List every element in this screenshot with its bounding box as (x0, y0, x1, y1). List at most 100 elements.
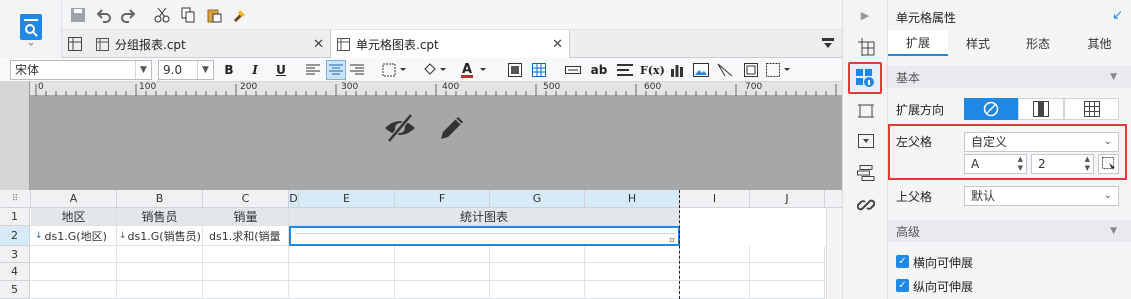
cut-icon[interactable] (152, 5, 172, 25)
row-header-4[interactable]: 4 (0, 263, 30, 281)
float-element-icon[interactable] (855, 100, 877, 122)
cell-f3[interactable] (395, 246, 490, 263)
col-header-c[interactable]: C (203, 190, 289, 208)
resize-handle[interactable] (670, 238, 674, 242)
sub-report-icon[interactable] (742, 60, 760, 80)
cell-h4[interactable] (585, 263, 680, 281)
border-icon[interactable] (380, 60, 410, 80)
cell-a2[interactable]: ↓ ds1.G(地区) (31, 226, 117, 246)
section-basic[interactable]: 基本 ▼ (888, 66, 1131, 88)
align-right-icon[interactable] (348, 60, 366, 80)
section-advanced[interactable]: 高级 ▼ (888, 220, 1131, 242)
cell-picker-button[interactable] (1098, 154, 1119, 174)
row-header-3[interactable]: 3 (0, 246, 30, 263)
expand-vertical-button[interactable] (1018, 98, 1064, 120)
insert-table-icon[interactable] (530, 60, 548, 80)
widget-icon[interactable] (764, 60, 794, 80)
vertical-extend-checkbox[interactable]: ✓ (896, 279, 909, 292)
cell-g3[interactable] (490, 246, 585, 263)
redo-icon[interactable] (118, 5, 138, 25)
cell-f4[interactable] (395, 263, 490, 281)
rich-text-icon[interactable] (616, 60, 634, 80)
expand-none-button[interactable] (964, 98, 1018, 120)
tab-group-report[interactable]: 分组报表.cpt ✕ (90, 30, 330, 58)
col-header-i[interactable]: I (680, 190, 750, 208)
tab-expand[interactable]: 扩展 (888, 30, 948, 56)
row-header-2[interactable]: 2 (0, 226, 30, 246)
cell-b4[interactable] (117, 263, 203, 281)
col-header-g[interactable]: G (490, 190, 585, 208)
cell-a5[interactable] (31, 281, 117, 299)
cell-c1[interactable]: 销量 (203, 208, 289, 226)
cell-c5[interactable] (203, 281, 289, 299)
hide-eye-icon[interactable] (382, 110, 418, 146)
cell-e3[interactable] (289, 246, 395, 263)
cell-e5[interactable] (289, 281, 395, 299)
cell-a1[interactable]: 地区 (31, 208, 117, 226)
cell-c4[interactable] (203, 263, 289, 281)
condition-attribute-icon[interactable] (855, 162, 877, 184)
left-parent-row-input[interactable]: 2 ▲ ▼ (1031, 154, 1094, 174)
cell-f5[interactable] (395, 281, 490, 299)
tab-form[interactable]: 形态 (1008, 30, 1068, 56)
font-color-icon[interactable]: A (458, 60, 492, 80)
cell-b2[interactable]: ↓ ds1.G(销售员) (117, 226, 203, 246)
cell-h5[interactable] (585, 281, 680, 299)
copy-icon[interactable] (178, 5, 198, 25)
cell-chart-title[interactable]: 统计图表 (289, 208, 680, 226)
cell-c3[interactable] (203, 246, 289, 263)
col-header-a[interactable]: A (31, 190, 117, 208)
fill-color-icon[interactable] (420, 60, 450, 80)
spreadsheet-grid[interactable]: ⠿ A B C D E F G H I J 1 2 3 4 5 地区 销售员 销… (0, 190, 842, 299)
tab-other[interactable]: 其他 (1068, 30, 1131, 56)
tab-style[interactable]: 样式 (948, 30, 1008, 56)
cell-j3[interactable] (750, 246, 825, 263)
cell-g5[interactable] (490, 281, 585, 299)
cell-a4[interactable] (31, 263, 117, 281)
edit-pencil-icon[interactable] (434, 110, 470, 146)
cell-h3[interactable] (585, 246, 680, 263)
text-button[interactable]: ab (590, 60, 608, 80)
app-logo[interactable] (0, 0, 62, 58)
cell-b5[interactable] (117, 281, 203, 299)
cell-b3[interactable] (117, 246, 203, 263)
col-header-d[interactable]: D (289, 190, 299, 208)
col-header-f[interactable]: F (395, 190, 490, 208)
align-left-icon[interactable] (304, 60, 322, 80)
cell-j4[interactable] (750, 263, 825, 281)
textbox-icon[interactable] (564, 60, 582, 80)
cell-i3[interactable] (680, 246, 750, 263)
hyperlink-icon[interactable] (855, 194, 877, 216)
paste-icon[interactable] (204, 5, 224, 25)
select-all-corner[interactable]: ⠿ (0, 190, 31, 208)
row-header-1[interactable]: 1 (0, 208, 30, 226)
widget-settings-icon[interactable] (855, 130, 877, 152)
collapse-right-icon[interactable]: ▶ (855, 6, 875, 24)
cell-attribute-icon[interactable] (848, 62, 882, 94)
cell-a3[interactable] (31, 246, 117, 263)
tab-cell-chart[interactable]: 单元格图表.cpt ✕ (330, 30, 570, 58)
font-family-select[interactable]: 宋体 ▼ (10, 60, 152, 80)
spinner-icon[interactable]: ▲ ▼ (1018, 155, 1023, 173)
font-size-select[interactable]: 9.0 ▼ (158, 60, 214, 80)
collapse-panel-icon[interactable]: ↙ (1112, 8, 1123, 23)
formula-button[interactable]: F(x) (640, 60, 665, 80)
bold-button[interactable]: B (220, 60, 238, 80)
cell-i4[interactable] (680, 263, 750, 281)
spinner-icon[interactable]: ▲ ▼ (1085, 155, 1090, 173)
expand-horizontal-button[interactable] (1064, 98, 1119, 120)
save-icon[interactable] (68, 5, 88, 25)
row-header-5[interactable]: 5 (0, 281, 30, 299)
format-painter-icon[interactable] (230, 5, 250, 25)
grid-layout-icon[interactable] (66, 35, 84, 53)
cell-b1[interactable]: 销售员 (117, 208, 203, 226)
slash-line-icon[interactable] (716, 60, 734, 80)
report-header-area[interactable] (0, 96, 842, 190)
col-header-b[interactable]: B (117, 190, 203, 208)
underline-button[interactable]: U (272, 60, 290, 80)
cell-j5[interactable] (750, 281, 825, 299)
cell-chart-selected[interactable] (289, 226, 680, 246)
italic-button[interactable]: I (246, 60, 264, 80)
vertical-scrollbar[interactable] (826, 208, 842, 299)
tab-list-icon[interactable] (820, 36, 836, 52)
